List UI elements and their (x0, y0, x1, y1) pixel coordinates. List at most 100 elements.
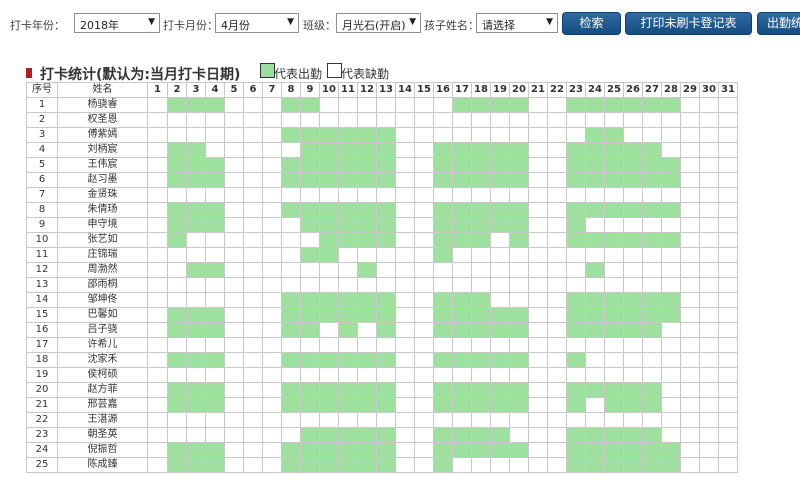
day-present-cell (490, 172, 510, 188)
header-day-18: 18 (471, 82, 491, 98)
day-present-cell (300, 157, 320, 173)
day-present-cell (319, 127, 339, 143)
day-absent-cell (490, 292, 510, 308)
day-present-cell (186, 322, 206, 338)
day-absent-cell (547, 337, 567, 353)
day-absent-cell (680, 172, 700, 188)
legend-present-label: 代表出勤 (274, 67, 323, 81)
day-present-cell (319, 202, 339, 218)
year-select[interactable]: 2018年 ▼ (74, 13, 160, 33)
day-absent-cell (281, 187, 301, 203)
day-present-cell (452, 172, 472, 188)
day-absent-cell (490, 277, 510, 293)
day-absent-cell (243, 322, 263, 338)
day-present-cell (490, 352, 510, 368)
day-absent-cell (547, 457, 567, 473)
day-absent-cell (642, 112, 662, 128)
day-absent-cell (376, 337, 396, 353)
row-name: 赵方菲 (57, 382, 148, 398)
day-present-cell (357, 217, 377, 233)
day-present-cell (490, 202, 510, 218)
day-absent-cell (718, 232, 738, 248)
day-absent-cell (699, 352, 719, 368)
child-select[interactable]: 请选择 ▼ (476, 13, 558, 33)
day-absent-cell (395, 247, 415, 263)
day-absent-cell (338, 112, 358, 128)
day-present-cell (281, 202, 301, 218)
attendance-stats-button[interactable]: 出勤统 (757, 12, 800, 35)
day-present-cell (452, 97, 472, 113)
day-absent-cell (147, 217, 168, 233)
section-header: 打卡统计(默认为:当月打卡日期) 代表出勤 代表缺勤 (26, 63, 800, 83)
day-present-cell (642, 397, 662, 413)
day-absent-cell (147, 352, 168, 368)
day-present-cell (376, 352, 396, 368)
search-button[interactable]: 检索 (562, 12, 621, 35)
day-absent-cell (357, 367, 377, 383)
row-seq: 11 (26, 247, 58, 263)
day-present-cell (452, 217, 472, 233)
day-present-cell (452, 322, 472, 338)
day-present-cell (281, 457, 301, 473)
day-present-cell (566, 457, 586, 473)
day-absent-cell (528, 142, 548, 158)
day-present-cell (642, 97, 662, 113)
day-present-cell (642, 202, 662, 218)
day-present-cell (376, 307, 396, 323)
day-absent-cell (414, 457, 434, 473)
day-present-cell (604, 157, 624, 173)
day-present-cell (281, 292, 301, 308)
header-day-20: 20 (509, 82, 529, 98)
day-present-cell (300, 307, 320, 323)
day-absent-cell (718, 112, 738, 128)
day-absent-cell (490, 232, 510, 248)
day-present-cell (167, 322, 187, 338)
day-absent-cell (262, 277, 282, 293)
day-present-cell (300, 442, 320, 458)
row-name: 邹坤佟 (57, 292, 148, 308)
day-present-cell (642, 427, 662, 443)
day-absent-cell (414, 262, 434, 278)
day-absent-cell (452, 457, 472, 473)
day-absent-cell (718, 127, 738, 143)
day-absent-cell (528, 232, 548, 248)
day-absent-cell (262, 427, 282, 443)
day-present-cell (319, 442, 339, 458)
day-absent-cell (281, 232, 301, 248)
day-absent-cell (376, 367, 396, 383)
day-absent-cell (147, 157, 168, 173)
day-absent-cell (699, 292, 719, 308)
day-absent-cell (262, 382, 282, 398)
day-present-cell (585, 202, 605, 218)
day-absent-cell (357, 247, 377, 263)
month-select[interactable]: 4月份 ▼ (215, 13, 299, 33)
print-unswiped-button[interactable]: 打印未刷卡登记表 (625, 12, 752, 35)
day-absent-cell (566, 412, 586, 428)
day-absent-cell (585, 277, 605, 293)
day-absent-cell (547, 427, 567, 443)
day-absent-cell (718, 262, 738, 278)
day-present-cell (319, 172, 339, 188)
day-absent-cell (471, 457, 491, 473)
day-absent-cell (357, 97, 377, 113)
day-absent-cell (566, 112, 586, 128)
day-absent-cell (262, 112, 282, 128)
class-select[interactable]: 月光石(开启) ▼ (336, 13, 421, 33)
day-absent-cell (224, 232, 244, 248)
table-row: 7 金贤珠 (26, 187, 738, 203)
day-present-cell (604, 307, 624, 323)
day-absent-cell (471, 127, 491, 143)
day-absent-cell (699, 112, 719, 128)
day-absent-cell (718, 142, 738, 158)
day-absent-cell (547, 277, 567, 293)
day-absent-cell (623, 187, 643, 203)
day-absent-cell (262, 187, 282, 203)
day-present-cell (376, 322, 396, 338)
day-present-cell (376, 442, 396, 458)
day-present-cell (357, 442, 377, 458)
day-absent-cell (509, 457, 529, 473)
day-absent-cell (243, 262, 263, 278)
day-absent-cell (205, 127, 225, 143)
day-absent-cell (452, 187, 472, 203)
day-present-cell (509, 352, 529, 368)
